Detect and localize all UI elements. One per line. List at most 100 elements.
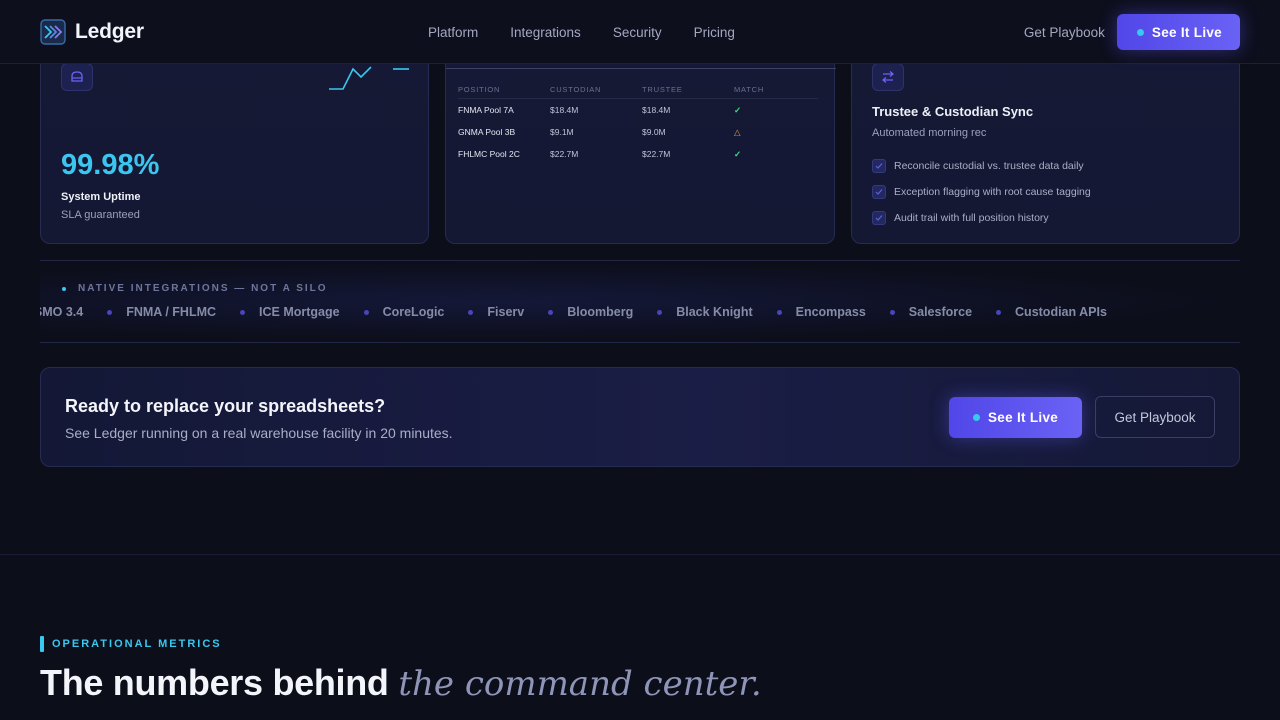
integration-item: Custodian APIs — [972, 305, 1107, 319]
marquee-fade — [1210, 261, 1240, 342]
integration-label: Custodian APIs — [1015, 305, 1107, 319]
brand[interactable]: Ledger — [40, 18, 144, 45]
col-header-position: POSITION — [458, 85, 501, 94]
cell-trustee: $22.7M — [642, 149, 671, 159]
integration-item: ICE Mortgage — [216, 305, 340, 319]
uptime-icon-box — [61, 63, 93, 91]
integration-label: Fiserv — [487, 305, 525, 319]
table-header: POSITION CUSTODIAN TRUSTEE MATCH — [458, 81, 818, 99]
live-dot-icon — [1136, 28, 1144, 36]
recon-table: POSITION CUSTODIAN TRUSTEE MATCH FNMA Po… — [458, 81, 818, 165]
integration-label: Black Knight — [676, 305, 753, 319]
col-header-custodian: CUSTODIAN — [550, 85, 602, 94]
ledger-logo-icon — [40, 18, 66, 45]
cell-trustee: $9.0M — [642, 127, 666, 137]
integration-item: MISMO 3.4 — [40, 305, 83, 319]
feature-text: Reconcile custodial vs. trustee data dai… — [894, 160, 1084, 172]
brand-name: Ledger — [75, 19, 144, 43]
bullet-icon — [468, 309, 474, 315]
get-playbook-link[interactable]: Get Playbook — [1024, 25, 1105, 40]
list-item: Audit trail with full position history — [872, 205, 1091, 231]
bullet-icon — [363, 309, 369, 315]
eyebrow-bar — [40, 636, 44, 652]
integration-label: Encompass — [795, 305, 866, 319]
integrations-strip: NATIVE INTEGRATIONS — NOT A SILO MISMO 3… — [40, 260, 1240, 343]
top-nav: Ledger Platform Integrations Security Pr… — [0, 0, 1280, 64]
nav-link-security[interactable]: Security — [613, 25, 662, 40]
table-row: FNMA Pool 7A $18.4M $18.4M ✓ — [458, 99, 818, 121]
integration-label: Bloomberg — [567, 305, 634, 319]
col-header-match: MATCH — [734, 85, 765, 94]
live-dot-icon — [973, 414, 980, 421]
sync-sub: Automated morning rec — [872, 127, 987, 139]
metrics-title: The numbers behind the command center. — [40, 662, 762, 704]
integrations-heading-text: NATIVE INTEGRATIONS — NOT A SILO — [78, 283, 328, 294]
nav-link-integrations[interactable]: Integrations — [510, 25, 581, 40]
heading-dot-icon — [62, 286, 66, 291]
bullet-icon — [776, 309, 782, 315]
cell-custodian: $22.7M — [550, 149, 579, 159]
cell-trustee: $18.4M — [642, 105, 671, 115]
bullet-icon — [240, 309, 246, 315]
nav-links: Platform Integrations Security Pricing — [428, 0, 735, 64]
feature-text: Exception flagging with root cause taggi… — [894, 186, 1091, 198]
swap-arrows-icon — [881, 71, 895, 83]
metrics-title-accent: the command center. — [398, 664, 762, 704]
uptime-card: 99.98% System Uptime SLA guaranteed — [40, 40, 429, 244]
cta-sub: See Ledger running on a real warehouse f… — [65, 425, 453, 441]
integrations-marquee: MISMO 3.4 FNMA / FHLMC ICE Mortgage Core… — [40, 305, 1107, 319]
checkmark-icon — [872, 159, 886, 173]
eyebrow-text: OPERATIONAL METRICS — [52, 638, 222, 650]
nav-link-platform[interactable]: Platform — [428, 25, 478, 40]
nav-link-pricing[interactable]: Pricing — [694, 25, 735, 40]
bullet-icon — [107, 309, 113, 315]
col-header-trustee: TRUSTEE — [642, 85, 683, 94]
cta-see-it-live-label: See It Live — [988, 410, 1059, 425]
recon-card: POSITION CUSTODIAN TRUSTEE MATCH FNMA Po… — [445, 40, 836, 244]
table-row: GNMA Pool 3B $9.1M $9.0M △ — [458, 121, 818, 143]
feature-text: Audit trail with full position history — [894, 212, 1049, 224]
integrations-heading: NATIVE INTEGRATIONS — NOT A SILO — [62, 283, 328, 294]
cell-position: GNMA Pool 3B — [458, 127, 516, 137]
integration-label: MISMO 3.4 — [40, 305, 84, 319]
sync-icon-box — [872, 63, 904, 91]
nav-actions: Get Playbook See It Live — [1024, 0, 1240, 64]
checkmark-icon — [872, 211, 886, 225]
cta-see-it-live-button[interactable]: See It Live — [949, 397, 1083, 438]
cell-position: FNMA Pool 7A — [458, 105, 514, 115]
integration-label: CoreLogic — [382, 305, 445, 319]
list-item: Exception flagging with root cause taggi… — [872, 179, 1091, 205]
see-it-live-button[interactable]: See It Live — [1116, 14, 1240, 50]
cell-custodian: $18.4M — [550, 105, 579, 115]
list-item: Reconcile custodial vs. trustee data dai… — [872, 153, 1091, 179]
integration-item: CoreLogic — [340, 305, 445, 319]
bullet-icon — [657, 309, 663, 315]
metrics-title-main: The numbers behind — [40, 662, 389, 703]
sync-feature-list: Reconcile custodial vs. trustee data dai… — [872, 153, 1091, 231]
integration-label: FNMA / FHLMC — [126, 305, 217, 319]
bullet-icon — [548, 309, 554, 315]
uptime-sub: SLA guaranteed — [61, 209, 140, 221]
integration-item: Salesforce — [866, 305, 972, 319]
integration-item: Bloomberg — [524, 305, 633, 319]
match-check-icon: ✓ — [734, 104, 742, 115]
integration-label: Salesforce — [908, 305, 973, 319]
metrics-eyebrow: OPERATIONAL METRICS — [40, 636, 222, 652]
uptime-value: 99.98% — [61, 149, 160, 181]
table-row: FHLMC Pool 2C $22.7M $22.7M ✓ — [458, 143, 818, 165]
table-divider — [446, 68, 836, 69]
integration-item: Fiserv — [444, 305, 524, 319]
sync-title: Trustee & Custodian Sync — [872, 104, 1034, 119]
cta-get-playbook-button[interactable]: Get Playbook — [1095, 396, 1215, 438]
cell-position: FHLMC Pool 2C — [458, 149, 520, 159]
match-warning-icon: △ — [734, 126, 741, 137]
integration-label: ICE Mortgage — [259, 305, 340, 319]
match-check-icon: ✓ — [734, 148, 742, 159]
integration-item: Black Knight — [633, 305, 753, 319]
see-it-live-label: See It Live — [1151, 24, 1222, 40]
sync-card: Trustee & Custodian Sync Automated morni… — [851, 40, 1240, 244]
cell-custodian: $9.1M — [550, 127, 574, 137]
bullet-icon — [996, 309, 1002, 315]
cta-banner: Ready to replace your spreadsheets? See … — [40, 367, 1240, 467]
section-divider — [0, 554, 1280, 555]
